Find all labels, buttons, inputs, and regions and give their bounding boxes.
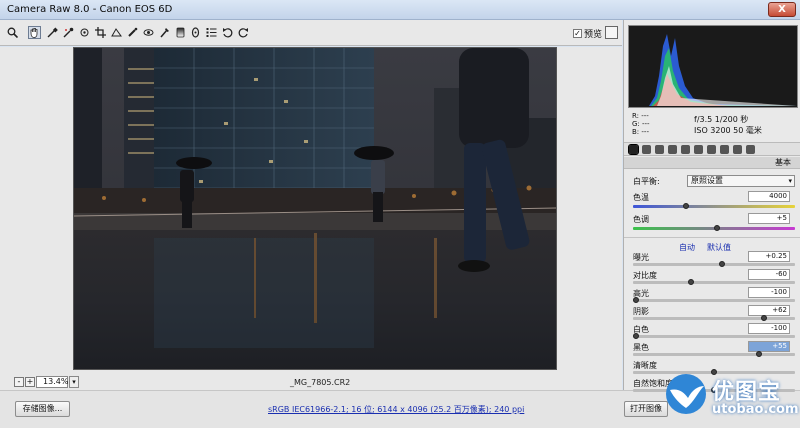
zoom-in-button[interactable]: + [25, 377, 35, 387]
slider-track[interactable] [633, 281, 795, 284]
preview-label: 预览 [584, 30, 603, 40]
radial-filter-icon[interactable] [189, 26, 202, 39]
chevron-down-icon: ▾ [788, 177, 792, 185]
slider-track[interactable] [633, 353, 795, 356]
slider-label: 阴影 [633, 307, 649, 316]
night-city-photo [74, 48, 556, 369]
preview-area[interactable] [0, 47, 622, 374]
g-readout: G: --- [632, 120, 650, 128]
tone-curve-tab-icon[interactable] [642, 145, 651, 154]
workflow-options-link[interactable]: sRGB IEC61966-2.1; 16 位; 6144 x 4096 (25… [268, 404, 524, 415]
status-row: - + 13.4% ▾ _MG_7805.CR2 [0, 374, 622, 390]
slider-value-field[interactable]: +55 [748, 341, 790, 352]
zoom-out-button[interactable]: - [14, 377, 24, 387]
effects-tab-icon[interactable] [707, 145, 716, 154]
slider-thumb[interactable] [633, 297, 639, 303]
rotate-left-icon[interactable] [221, 26, 234, 39]
slider-label: 清晰度 [633, 361, 657, 370]
temp-field[interactable]: 4000 [748, 191, 790, 202]
presets-tab-icon[interactable] [733, 145, 742, 154]
iso-lens: ISO 3200 50 毫米 [694, 126, 762, 135]
rotate-right-icon[interactable] [237, 26, 250, 39]
auto-link[interactable]: 自动 [679, 242, 695, 253]
color-sampler-icon[interactable] [62, 26, 75, 39]
temp-slider-track[interactable] [633, 205, 795, 208]
slider-track[interactable] [633, 335, 795, 338]
detail-tab-icon[interactable] [655, 145, 664, 154]
straighten-icon[interactable] [110, 26, 123, 39]
panel-tabs [624, 142, 800, 156]
target-adjust-icon[interactable] [78, 26, 91, 39]
histogram [628, 25, 798, 108]
slider-track[interactable] [633, 263, 795, 266]
tint-field[interactable]: +5 [748, 213, 790, 224]
wb-label: 白平衡: [633, 177, 660, 186]
zoom-level-field[interactable]: 13.4% [36, 376, 68, 388]
slider-value-field[interactable]: +62 [748, 305, 790, 316]
temp-label: 色温 [633, 193, 649, 202]
watermark-en: utobao.com [712, 402, 799, 417]
watermark-logo-icon [666, 374, 706, 414]
slider-label: 对比度 [633, 271, 657, 280]
checkbox-box[interactable]: ✓ [573, 29, 582, 38]
basic-tab-icon[interactable] [628, 144, 639, 155]
divider [624, 237, 800, 238]
slider-value-field[interactable]: -100 [748, 287, 790, 298]
slider-thumb[interactable] [760, 315, 767, 321]
zoom-icon[interactable] [6, 26, 19, 39]
r-readout: R: --- [632, 112, 649, 120]
snapshots-tab-icon[interactable] [746, 145, 755, 154]
hand-icon[interactable] [28, 26, 41, 39]
slider-thumb[interactable] [633, 333, 639, 339]
slider-label: 黑色 [633, 343, 649, 352]
section-title: 基本 [624, 157, 800, 169]
slider-label: 曝光 [633, 253, 649, 262]
tint-label: 色调 [633, 215, 649, 224]
window-title: Camera Raw 8.0 - Canon EOS 6D [7, 4, 173, 15]
camera-calibration-tab-icon[interactable] [720, 145, 729, 154]
adjustment-panel: R: --- G: --- B: --- f/3.5 1/200 秒 ISO 3… [623, 20, 800, 393]
wb-value: 原照设置 [691, 176, 723, 185]
lens-tab-icon[interactable] [694, 145, 703, 154]
title-bar: Camera Raw 8.0 - Canon EOS 6D X [0, 0, 800, 20]
b-readout: B: --- [632, 128, 649, 136]
aperture-shutter: f/3.5 1/200 秒 [694, 115, 749, 124]
hsl-tab-icon[interactable] [668, 145, 677, 154]
close-button[interactable]: X [768, 2, 796, 17]
slider-value-field[interactable]: -60 [748, 269, 790, 280]
crop-icon[interactable] [94, 26, 107, 39]
temp-slider-thumb[interactable] [682, 203, 689, 209]
default-link[interactable]: 默认值 [707, 242, 731, 253]
slider-track[interactable] [633, 299, 795, 302]
split-toning-tab-icon[interactable] [681, 145, 690, 154]
fullscreen-button[interactable] [605, 26, 618, 39]
zoom-dropdown[interactable]: ▾ [69, 376, 79, 388]
white-balance-select[interactable]: 原照设置 ▾ [687, 175, 795, 187]
preview-checkbox[interactable]: ✓ 预览 [573, 27, 602, 40]
toolbar: ✓ 预览 [0, 20, 622, 46]
graduated-filter-icon[interactable] [174, 26, 187, 39]
save-image-button[interactable]: 存储图像... [15, 401, 70, 417]
spot-removal-icon[interactable] [126, 26, 139, 39]
slider-value-field[interactable]: +0.25 [748, 251, 790, 262]
white-balance-icon[interactable] [46, 26, 59, 39]
watermark: 优图宝 utobao.com [660, 368, 800, 428]
tint-slider-thumb[interactable] [714, 225, 721, 231]
photo-preview[interactable] [73, 47, 557, 370]
slider-thumb[interactable] [756, 351, 763, 357]
slider-thumb[interactable] [718, 261, 725, 267]
slider-value-field[interactable]: -100 [748, 323, 790, 334]
filename: _MG_7805.CR2 [290, 378, 351, 387]
preferences-icon[interactable] [205, 26, 218, 39]
slider-thumb[interactable] [687, 279, 694, 285]
adjustment-brush-icon[interactable] [158, 26, 171, 39]
red-eye-icon[interactable] [142, 26, 155, 39]
readouts: R: --- G: --- B: --- f/3.5 1/200 秒 ISO 3… [628, 110, 798, 140]
slider-track[interactable] [633, 317, 795, 320]
